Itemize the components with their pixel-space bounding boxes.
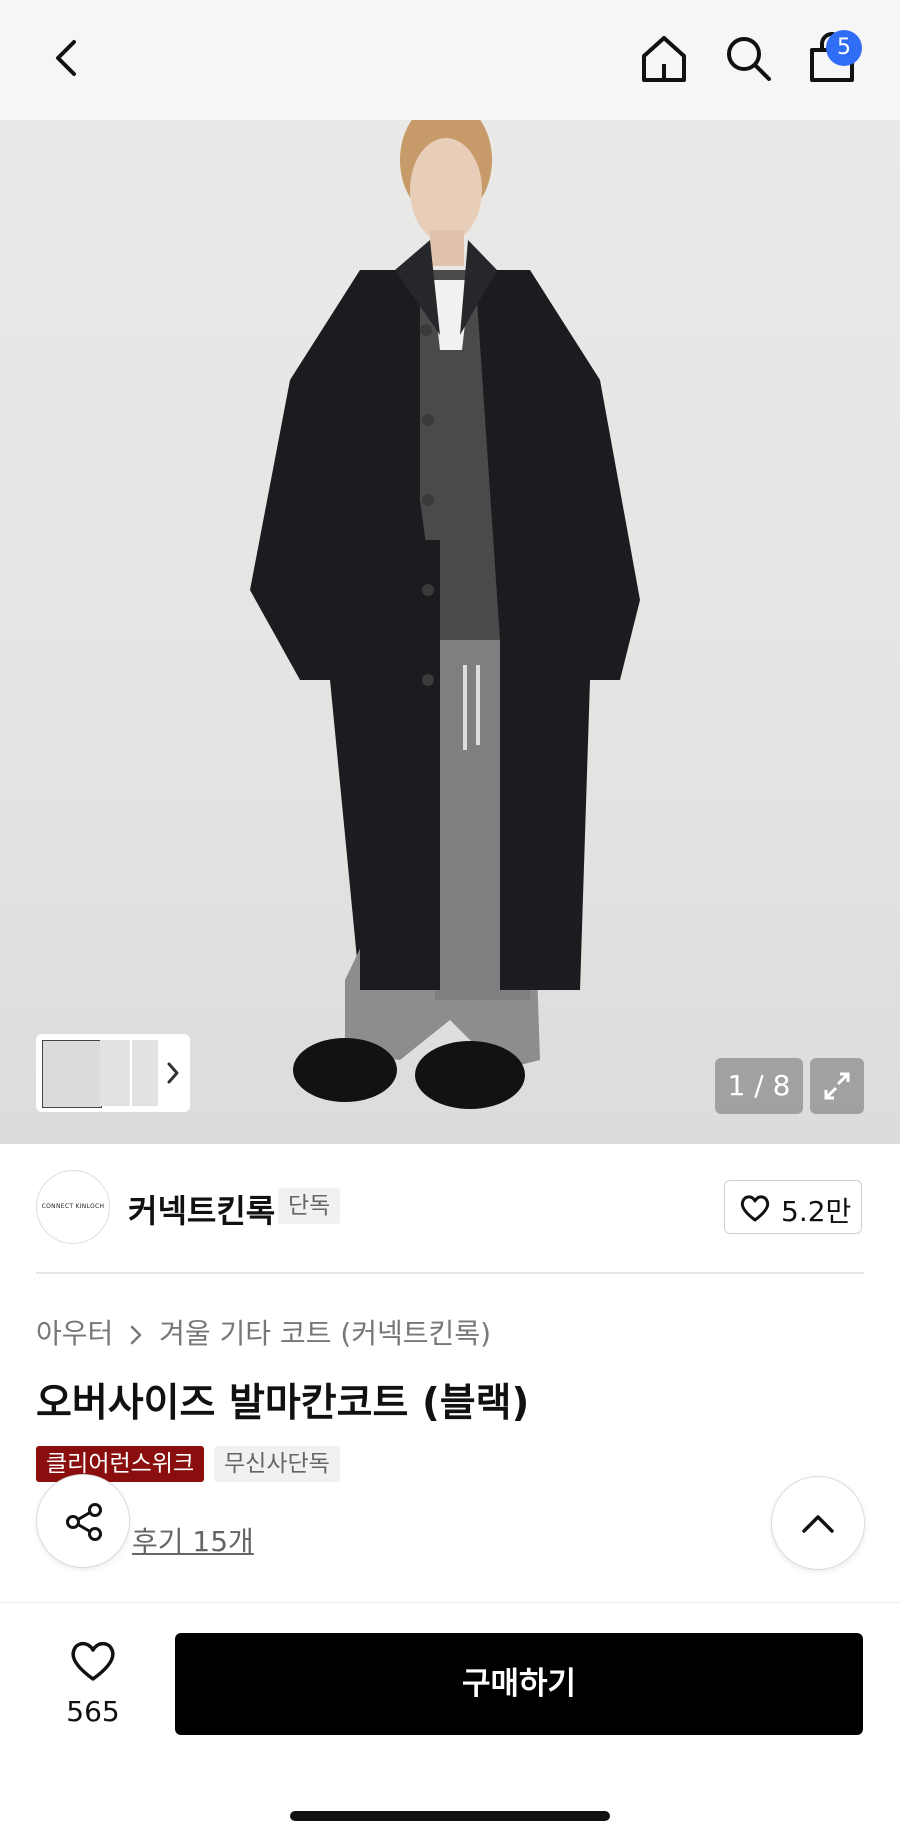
thumbnail-strip[interactable] [36,1034,190,1112]
divider [36,1272,864,1274]
home-indicator [290,1811,610,1821]
cart-count-badge: 5 [826,30,862,66]
heart-icon [740,1195,770,1222]
review-link[interactable]: 후기 15개 [132,1520,254,1560]
product-photo [250,120,640,1109]
exclusive-tag: 단독 [278,1188,341,1224]
wishlist-count: 565 [66,1695,120,1728]
product-image-gallery[interactable]: 1 / 8 [0,120,900,1144]
share-button[interactable] [36,1474,130,1568]
chevron-up-icon [802,1515,834,1533]
chevron-right-icon[interactable] [164,1060,182,1086]
image-counter: 1 / 8 [715,1058,803,1114]
thumbnail-3[interactable] [132,1040,158,1106]
breadcrumb: 아우터 겨울 기타 코트 (커넥트킨록) [36,1312,491,1352]
breadcrumb-item-outer[interactable]: 아우터 [36,1317,113,1350]
bottom-action-bar: 565 구매하기 [0,1602,900,1840]
musinsa-exclusive-tag: 무신사단독 [214,1446,340,1482]
top-bar: 5 [0,0,900,120]
thumbnail-2[interactable] [100,1040,130,1106]
product-title: 오버사이즈 발마칸코트 (블랙) [36,1381,530,1426]
brand-name[interactable]: 커넥트킨록 [128,1186,275,1232]
buy-button[interactable]: 구매하기 [175,1633,863,1735]
back-icon[interactable] [44,34,92,82]
heart-icon [71,1641,115,1681]
clearance-tag: 클리어런스위크 [36,1446,205,1482]
brand-logo[interactable]: CONNECT KINLOCH [36,1170,110,1244]
brand-like-button[interactable]: 5.2만 [724,1180,862,1234]
search-icon[interactable] [722,32,774,84]
share-icon [66,1503,102,1541]
scroll-top-button[interactable] [771,1476,865,1570]
expand-icon [824,1072,850,1100]
wishlist-button[interactable]: 565 [48,1635,138,1728]
brand-like-count: 5.2만 [781,1195,852,1228]
breadcrumb-item-category[interactable]: 겨울 기타 코트 (커넥트킨록) [159,1317,491,1350]
brand-row: CONNECT KINLOCH 커넥트킨록 단독 5.2만 [0,1144,900,1274]
chevron-right-icon [130,1325,142,1345]
expand-button[interactable] [810,1058,864,1114]
home-icon[interactable] [636,30,692,86]
thumbnail-1[interactable] [42,1040,102,1108]
